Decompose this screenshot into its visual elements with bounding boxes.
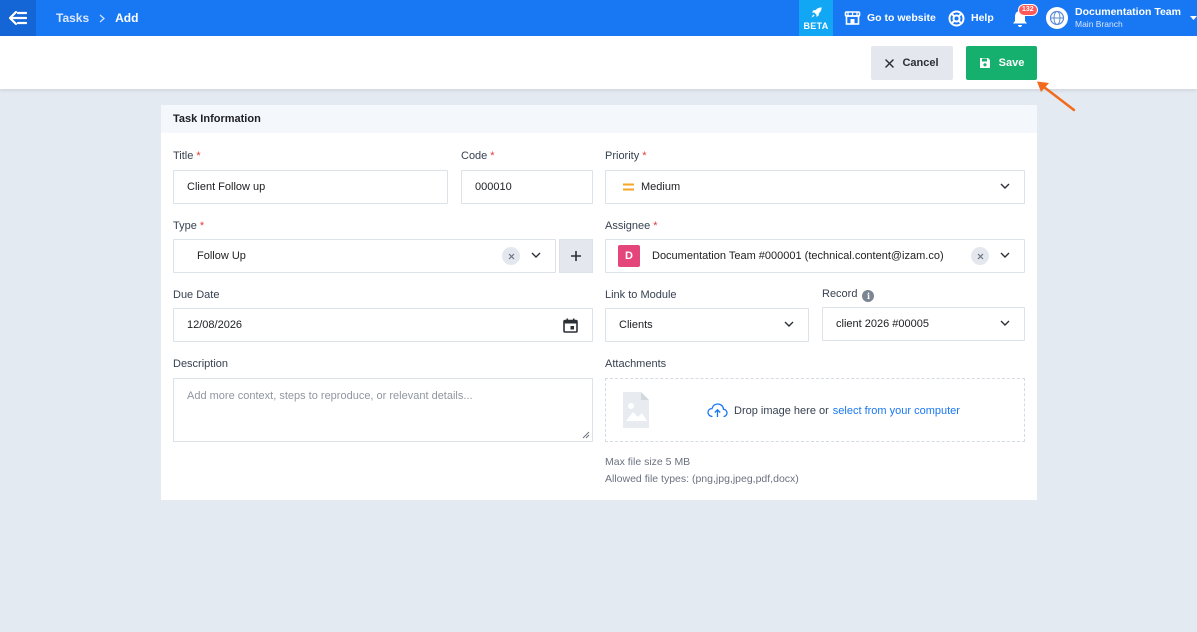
annotation-arrow-icon — [1037, 81, 1076, 112]
priority-value: Medium — [641, 181, 681, 193]
select-from-computer-link[interactable]: select from your computer — [833, 405, 960, 417]
arrow-left-menu-icon — [9, 11, 27, 25]
priority-select[interactable]: Medium — [605, 170, 1025, 204]
close-icon — [508, 253, 514, 259]
account-menu[interactable]: Documentation Team Main Branch — [1046, 0, 1197, 36]
type-label: Type * — [173, 220, 205, 232]
record-select[interactable]: client 2026 #00005 — [822, 307, 1025, 341]
cancel-label: Cancel — [902, 57, 939, 69]
image-placeholder-icon — [623, 392, 649, 428]
resize-handle-icon[interactable] — [582, 431, 590, 439]
chevron-down-icon — [1000, 320, 1010, 326]
account-branch: Main Branch — [1075, 19, 1123, 29]
allowed-file-types-hint: Allowed file types: (png,jpg,jpeg,pdf,do… — [605, 473, 799, 485]
save-button[interactable]: Save — [966, 46, 1037, 80]
max-file-size-hint: Max file size 5 MB — [605, 456, 691, 468]
link-to-module-value: Clients — [619, 319, 653, 331]
description-textarea[interactable]: Add more context, steps to reproduce, or… — [173, 378, 593, 442]
title-label: Title * — [173, 150, 201, 162]
drop-image-text: Drop image here or — [734, 404, 829, 417]
due-date-input[interactable]: 12/08/2026 — [173, 308, 593, 342]
clear-type-button[interactable] — [502, 247, 520, 265]
add-type-button[interactable] — [559, 239, 593, 273]
description-label: Description — [173, 358, 229, 370]
task-information-card: Task Information Title * Client Follow up… — [161, 105, 1037, 500]
breadcrumb-current: Add — [115, 11, 139, 25]
chevron-down-icon — [1000, 252, 1010, 258]
top-navigation-bar: Tasks Add BETA Go to website Help 132 Do… — [0, 0, 1197, 36]
close-icon — [885, 58, 895, 68]
caret-down-icon — [1189, 16, 1197, 20]
go-to-website-label: Go to website — [867, 12, 936, 24]
chevron-right-icon — [99, 14, 106, 23]
floppy-disk-icon — [979, 58, 990, 68]
company-logo-avatar — [1046, 7, 1068, 29]
section-title: Task Information — [161, 105, 1037, 133]
notification-count-badge: 132 — [1018, 4, 1038, 16]
calendar-icon[interactable] — [563, 318, 578, 333]
menu-toggle-button[interactable] — [0, 0, 36, 36]
record-label: Record i — [822, 288, 875, 302]
code-value: 000010 — [475, 181, 512, 193]
globe-logo-icon — [1049, 10, 1065, 26]
chevron-down-icon — [531, 252, 541, 258]
priority-label: Priority * — [605, 150, 647, 162]
title-input[interactable]: Client Follow up — [173, 170, 448, 204]
type-value: Follow Up — [197, 250, 246, 262]
assignee-label: Assignee * — [605, 220, 658, 232]
beta-button[interactable]: BETA — [799, 0, 833, 36]
type-select[interactable]: Follow Up — [173, 239, 556, 273]
assignee-avatar: D — [618, 245, 640, 267]
link-to-module-label: Link to Module — [605, 289, 677, 301]
help-link[interactable]: Help — [948, 0, 994, 36]
link-to-module-select[interactable]: Clients — [605, 308, 809, 342]
beta-label: BETA — [803, 20, 829, 31]
attachments-label: Attachments — [605, 358, 667, 370]
chevron-down-icon — [784, 321, 794, 327]
title-value: Client Follow up — [187, 181, 266, 193]
record-value: client 2026 #00005 — [836, 318, 929, 330]
attachments-dropzone[interactable]: Drop image here or select from your comp… — [605, 378, 1025, 442]
account-name: Documentation Team — [1075, 6, 1181, 18]
action-bar: Cancel Save — [0, 36, 1197, 89]
assignee-value: Documentation Team #000001 (technical.co… — [652, 250, 944, 262]
priority-medium-icon — [623, 183, 634, 191]
chevron-down-icon — [1000, 183, 1010, 189]
notifications-button[interactable]: 132 — [1010, 4, 1038, 29]
info-icon[interactable]: i — [862, 290, 875, 302]
due-date-value: 12/08/2026 — [187, 319, 243, 331]
help-label: Help — [971, 12, 994, 24]
close-icon — [977, 253, 983, 259]
lifebuoy-icon — [948, 10, 965, 26]
description-placeholder: Add more context, steps to reproduce, or… — [187, 390, 473, 402]
clear-assignee-button[interactable] — [971, 247, 989, 265]
plus-icon — [571, 251, 581, 261]
cancel-button[interactable]: Cancel — [871, 46, 953, 80]
cloud-upload-icon — [707, 403, 728, 418]
due-date-label: Due Date — [173, 289, 220, 301]
rocket-icon — [810, 6, 822, 18]
breadcrumb-tasks-link[interactable]: Tasks — [56, 11, 89, 25]
breadcrumb: Tasks Add — [56, 0, 138, 36]
store-icon — [844, 11, 861, 25]
code-input[interactable]: 000010 — [461, 170, 593, 204]
code-label: Code * — [461, 150, 495, 162]
go-to-website-link[interactable]: Go to website — [844, 0, 936, 36]
save-label: Save — [998, 57, 1025, 69]
assignee-select[interactable]: D Documentation Team #000001 (technical.… — [605, 239, 1025, 273]
